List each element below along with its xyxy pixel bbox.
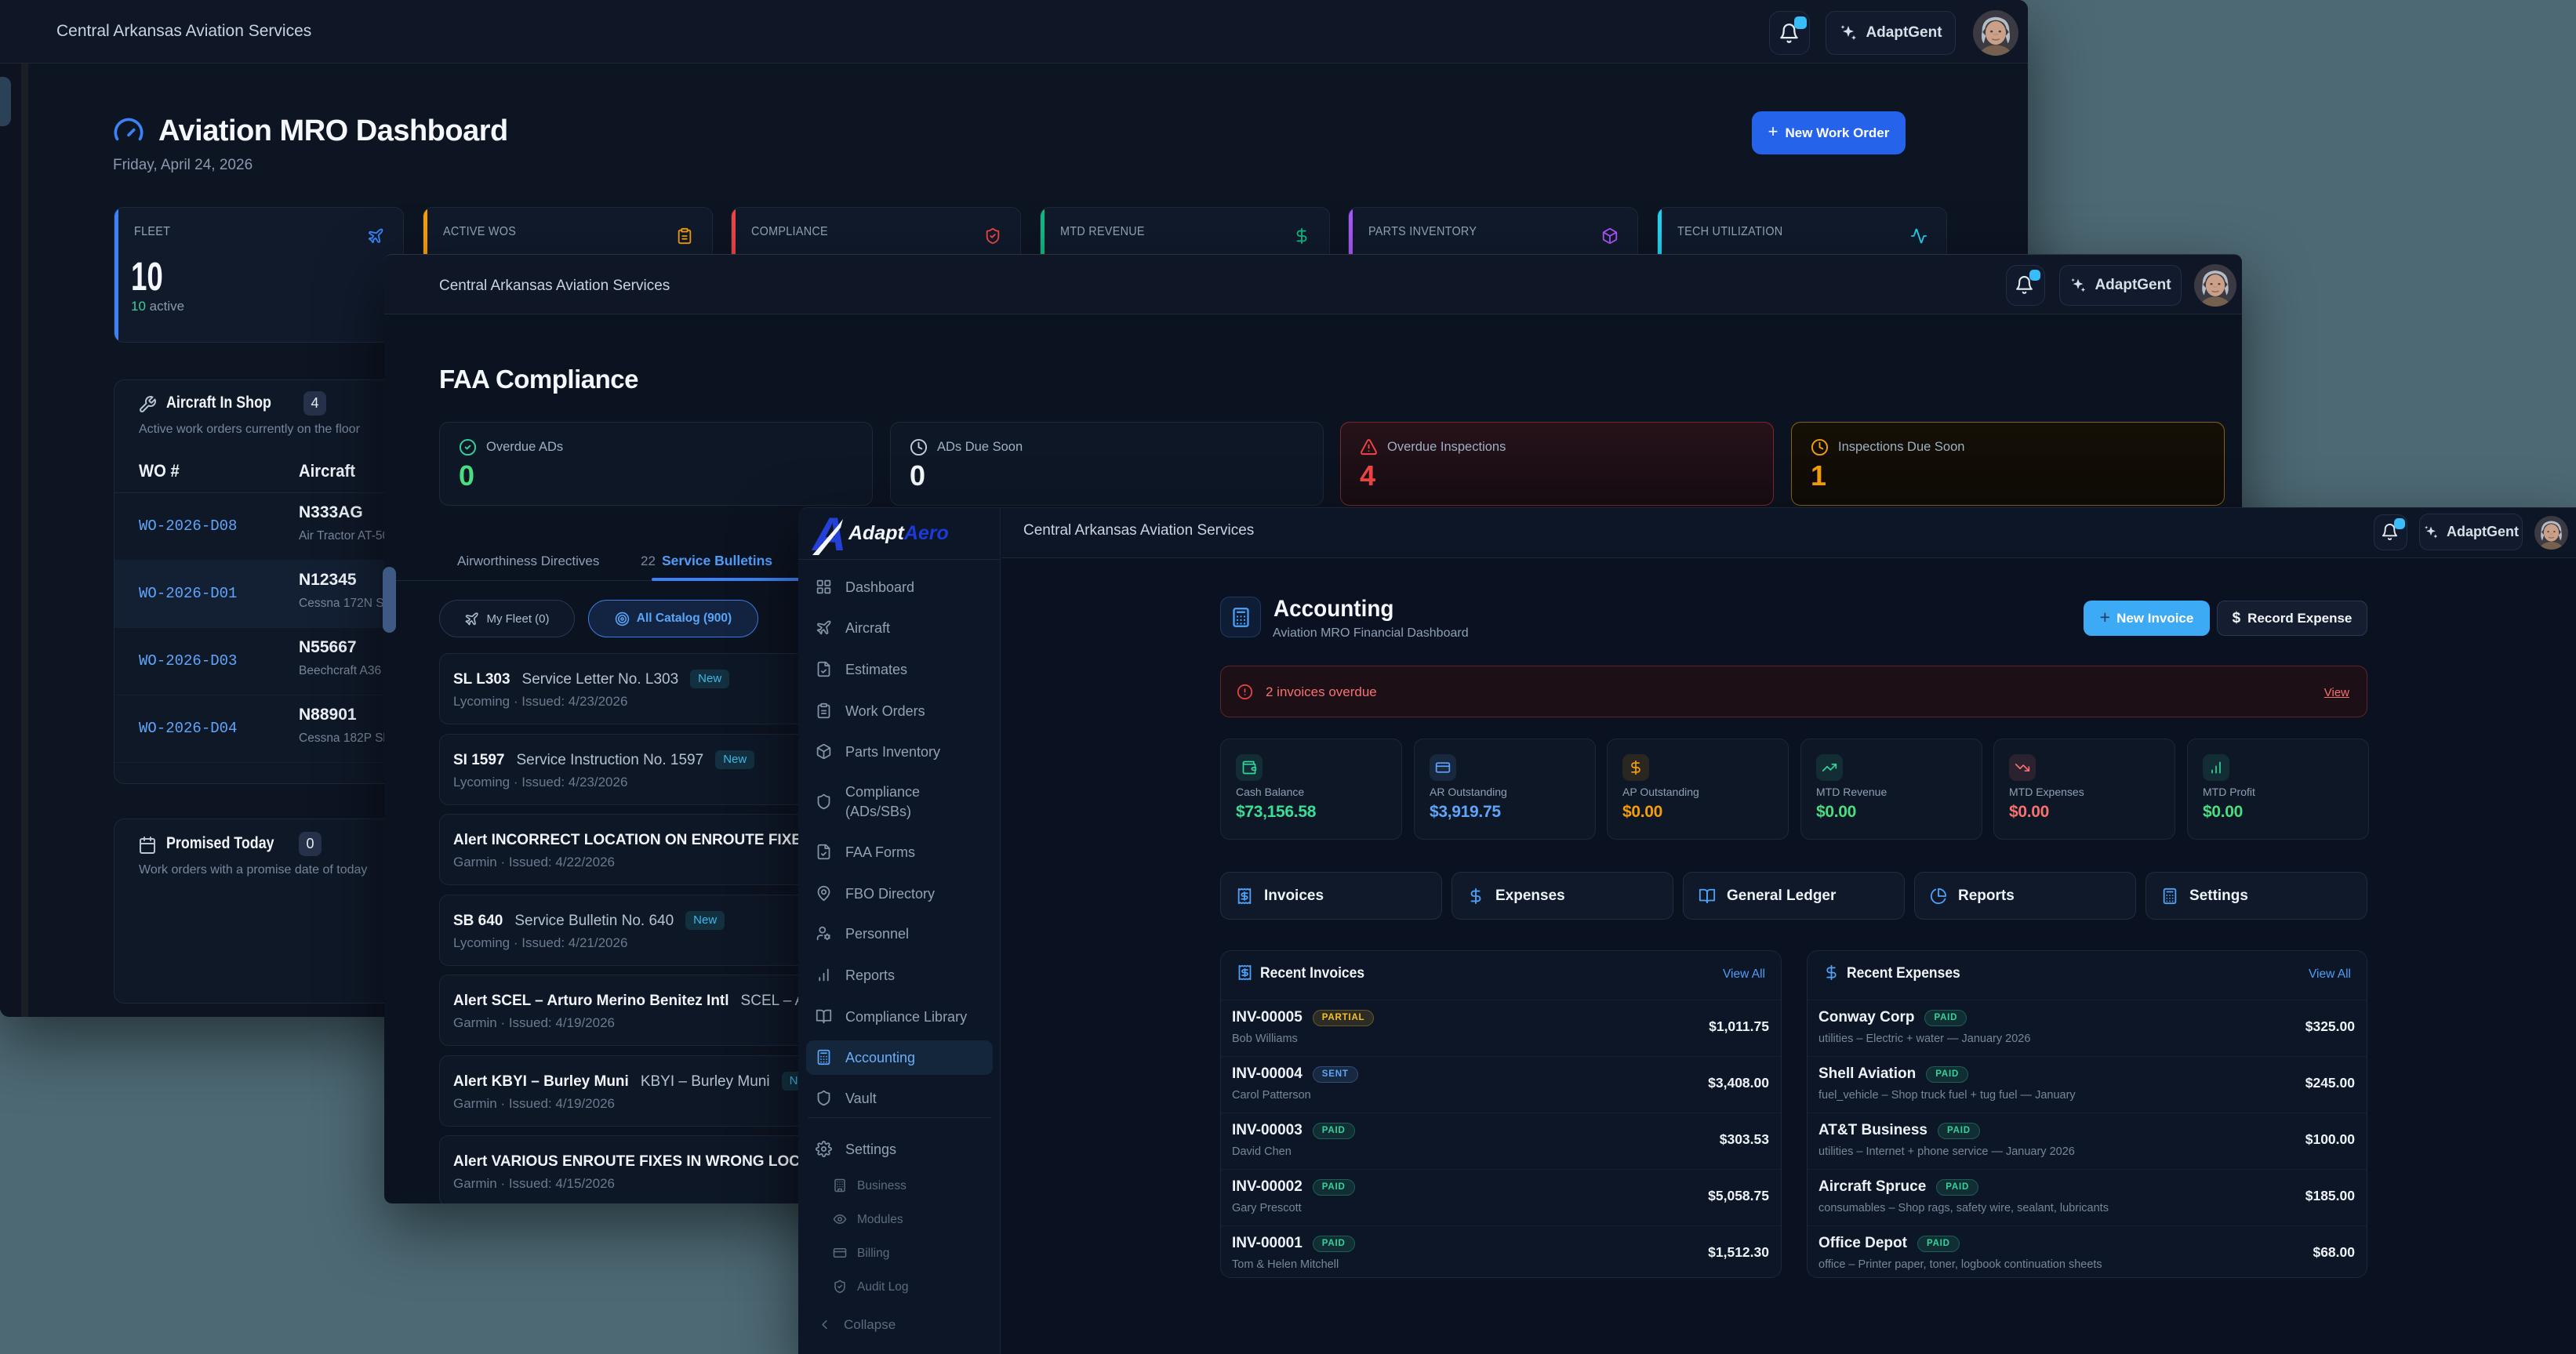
svg-text:A: A — [811, 509, 846, 556]
